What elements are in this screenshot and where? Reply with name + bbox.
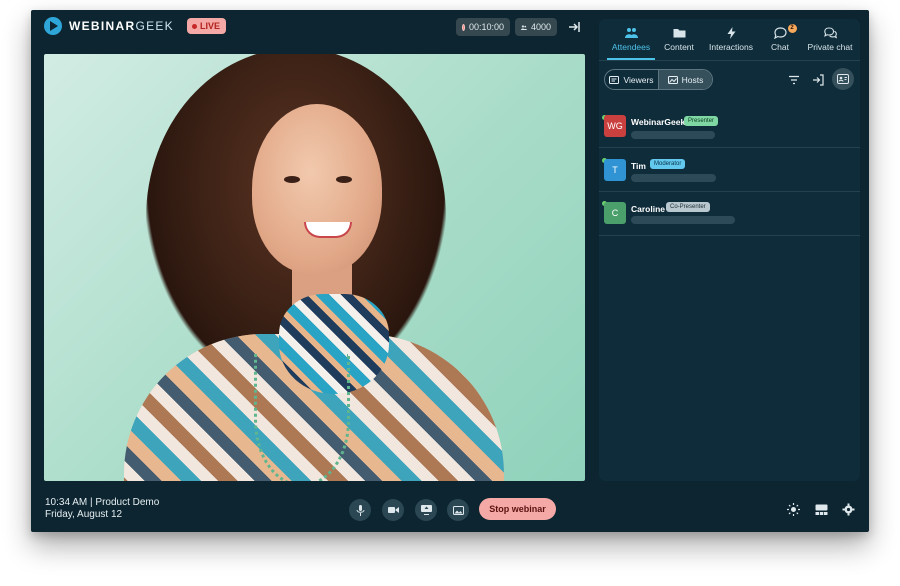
- viewers-toggle-label: Viewers: [623, 74, 654, 85]
- lightning-icon: [727, 27, 735, 39]
- gear-icon[interactable]: [842, 503, 855, 516]
- camera-button[interactable]: [382, 499, 404, 521]
- viewer-count: 4000: [530, 22, 551, 32]
- role-badge: Presenter: [684, 116, 719, 126]
- host-detail-placeholder: [631, 174, 716, 182]
- screen-share-button[interactable]: [415, 499, 437, 521]
- side-panel: Attendees Content Interactions 2 Chat Pr…: [599, 19, 860, 481]
- chat-unread-badge: 2: [787, 24, 797, 33]
- host-detail-placeholder: [631, 131, 715, 139]
- leave-icon[interactable]: [567, 20, 581, 34]
- microphone-button[interactable]: [349, 499, 371, 521]
- host-detail-placeholder: [631, 216, 735, 224]
- tab-private-chat[interactable]: Private chat: [803, 27, 857, 52]
- session-info: 10:34 AM | Product Demo Friday, August 1…: [45, 497, 159, 521]
- session-date: Friday, August 12: [45, 509, 123, 520]
- role-badge: Co-Presenter: [666, 202, 710, 212]
- webinar-app-window: WEBINARGEEK LIVE 00:10:00 4000 10:34 AM …: [31, 10, 869, 532]
- viewer-count-display: 4000: [515, 18, 557, 36]
- active-tab-indicator: [607, 58, 655, 60]
- presenter-eye-left: [284, 176, 300, 183]
- layout-icon[interactable]: [815, 503, 828, 516]
- host-name: WebinarGeek: [631, 117, 686, 127]
- presenter-face: [252, 104, 382, 274]
- timer-value: 00:10:00: [468, 22, 504, 32]
- screen-share-icon: [420, 505, 432, 515]
- hosts-toggle-button[interactable]: Hosts: [658, 70, 712, 89]
- panel-tabs: Attendees Content Interactions 2 Chat Pr…: [599, 19, 860, 61]
- tab-attendees-label: Attendees: [611, 42, 651, 52]
- tab-chat[interactable]: 2 Chat: [765, 24, 797, 52]
- list-item[interactable]: T Tim Moderator: [599, 148, 860, 192]
- avatar: WG: [604, 115, 626, 137]
- viewers-toggle-button[interactable]: Viewers: [605, 70, 658, 89]
- hosts-icon: [667, 75, 678, 84]
- viewers-hosts-toggle: Viewers Hosts: [604, 69, 713, 90]
- contact-card-button[interactable]: [832, 68, 854, 90]
- presenter-necklace: [254, 354, 350, 481]
- tab-content[interactable]: Content: [659, 27, 699, 52]
- presenter-video: [44, 54, 585, 481]
- avatar: T: [604, 159, 626, 181]
- tab-interactions[interactable]: Interactions: [703, 27, 759, 52]
- viewers-icon: [609, 75, 620, 84]
- tab-interactions-label: Interactions: [709, 42, 753, 52]
- brand-name-light: GEEK: [135, 19, 174, 33]
- role-badge: Moderator: [650, 159, 686, 169]
- image-icon: [452, 505, 464, 515]
- list-item[interactable]: WG WebinarGeek Presenter: [599, 104, 860, 148]
- microphone-icon: [356, 504, 364, 516]
- hosts-toggle-label: Hosts: [681, 74, 704, 85]
- presenter-eye-right: [336, 176, 352, 183]
- login-icon[interactable]: [812, 74, 824, 86]
- timer-display: 00:10:00: [456, 18, 510, 36]
- tab-chat-label: Chat: [771, 42, 789, 52]
- private-chat-icon: [823, 27, 837, 39]
- live-badge: LIVE: [186, 18, 226, 34]
- host-name: Tim: [631, 161, 646, 171]
- brand-logo: WEBINARGEEK LIVE: [44, 17, 226, 35]
- tab-attendees[interactable]: Attendees: [607, 27, 655, 52]
- host-name: Caroline: [631, 204, 666, 214]
- live-label: LIVE: [199, 21, 220, 31]
- camera-icon: [387, 507, 399, 513]
- session-time-title: 10:34 AM | Product Demo: [45, 497, 160, 508]
- media-button[interactable]: [447, 499, 469, 521]
- tab-private-chat-label: Private chat: [807, 42, 853, 52]
- contact-card-icon: [837, 74, 849, 84]
- filter-icon[interactable]: [788, 74, 800, 86]
- avatar: C: [604, 202, 626, 224]
- list-item[interactable]: C Caroline Co-Presenter: [599, 192, 860, 236]
- brand-name: WEBINARGEEK: [69, 19, 174, 33]
- tab-content-label: Content: [664, 42, 694, 52]
- record-icon: [462, 23, 465, 31]
- live-dot-icon: [191, 23, 197, 29]
- play-logo-icon: [44, 17, 62, 35]
- brightness-icon[interactable]: [787, 503, 800, 516]
- attendees-icon: [624, 28, 638, 38]
- folder-icon: [673, 29, 685, 38]
- people-icon: [521, 24, 527, 30]
- brand-name-bold: WEBINAR: [69, 19, 136, 33]
- stop-webinar-button[interactable]: Stop webinar: [479, 498, 556, 520]
- chat-icon: [773, 27, 787, 39]
